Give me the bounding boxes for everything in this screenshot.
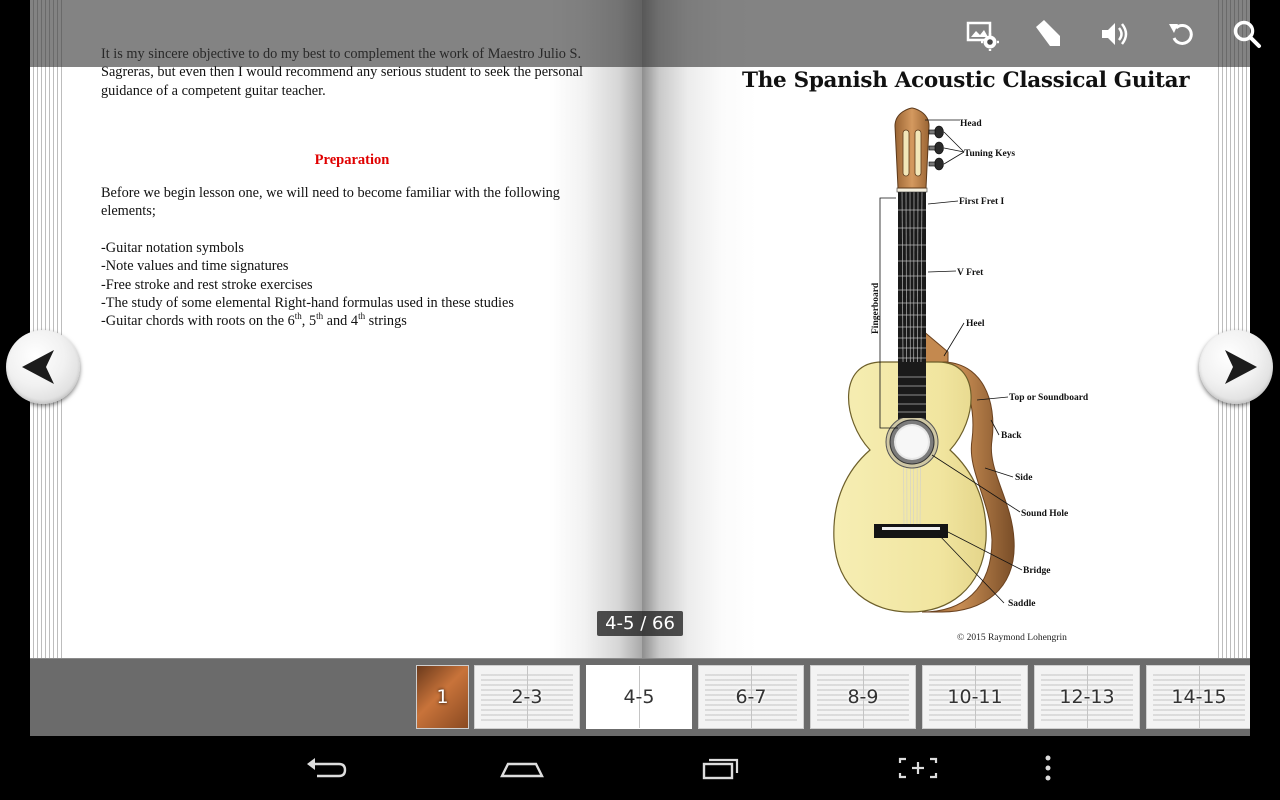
- list-item: -Guitar notation symbols: [101, 240, 244, 256]
- guitar-diagram: Head Tuning Keys First Fret I V Fret Fin…: [833, 107, 1089, 613]
- saddle-shape: [882, 527, 940, 530]
- recent-apps-icon[interactable]: [690, 748, 750, 788]
- thumbnail-label: 1: [436, 686, 449, 708]
- label-bridge: Bridge: [1023, 566, 1050, 576]
- label-top: Top or Soundboard: [1009, 393, 1089, 403]
- label-first-fret: First Fret I: [959, 197, 1004, 207]
- list-item-chords: -Guitar chords with roots on the 6th, 5t…: [101, 312, 621, 330]
- chevron-right-icon: [1225, 350, 1257, 384]
- thumbnail-page-4-5[interactable]: 4-5: [586, 665, 692, 729]
- thumbnail-page-12-13[interactable]: 12-13: [1034, 665, 1140, 729]
- left-page[interactable]: It is my sincere objective to do my best…: [64, 0, 642, 658]
- thumbnail-page-6-7[interactable]: 6-7: [698, 665, 804, 729]
- label-fingerboard: Fingerboard: [871, 282, 881, 334]
- next-page-button[interactable]: [1199, 330, 1273, 404]
- volume-icon[interactable]: [1097, 16, 1133, 52]
- thumbnail-label: 8-9: [847, 686, 879, 708]
- label-v-fret: V Fret: [957, 268, 984, 278]
- preparation-heading: Preparation: [314, 152, 390, 168]
- label-sound-hole: Sound Hole: [1021, 509, 1068, 519]
- page-indicator: 4-5 / 66: [597, 611, 683, 636]
- chords-prefix: -Guitar chords with roots on the 6: [101, 313, 295, 330]
- right-page-edges: [1214, 0, 1250, 658]
- label-saddle: Saddle: [1008, 599, 1035, 609]
- back-icon[interactable]: [295, 748, 355, 788]
- list-item: -The study of some elemental Right-hand …: [101, 294, 514, 311]
- chevron-left-icon: [22, 350, 54, 384]
- chords-mid: and 4: [323, 313, 359, 330]
- sup-th: th: [294, 311, 302, 322]
- search-icon[interactable]: [1229, 16, 1265, 52]
- chords-mid: , 5: [301, 313, 317, 330]
- headstock-shape: [894, 107, 930, 189]
- screenshot-icon[interactable]: [888, 748, 948, 788]
- thumbnail-label: 10-11: [947, 686, 1003, 708]
- display-settings-icon[interactable]: [964, 16, 1000, 52]
- bridge-shape: [874, 524, 948, 538]
- bookmark-icon[interactable]: [1030, 16, 1066, 52]
- top-toolbar: [30, 0, 1261, 67]
- elements-list: -Guitar notation symbols -Note values an…: [101, 239, 621, 330]
- list-item: -Note values and time signatures: [101, 258, 289, 275]
- left-page-edges: [30, 0, 66, 658]
- previous-page-button[interactable]: [6, 330, 80, 404]
- thumbnail-label: 4-5: [623, 686, 655, 708]
- tuning-keys-shape: [928, 125, 944, 171]
- thumbnail-label: 6-7: [735, 686, 767, 708]
- thumbnail-page-2-3[interactable]: 2-3: [474, 665, 580, 729]
- thumbnail-strip[interactable]: 1 2-3 4-5 6-7 8-9 10-11 12-13 14-15: [30, 658, 1250, 736]
- home-icon[interactable]: [492, 748, 552, 788]
- label-back: Back: [1001, 431, 1022, 441]
- book-viewer[interactable]: It is my sincere objective to do my best…: [0, 0, 1280, 736]
- label-tuning-keys: Tuning Keys: [964, 149, 1015, 159]
- thumbnail-label: 2-3: [511, 686, 543, 708]
- thumbnail-label: 12-13: [1059, 686, 1115, 708]
- thumbnail-label: 14-15: [1171, 686, 1227, 708]
- system-navigation-bar: [0, 736, 1280, 800]
- list-item: -Free stroke and rest stroke exercises: [101, 276, 313, 293]
- label-heel: Heel: [966, 319, 985, 329]
- nut-shape: [896, 187, 928, 193]
- rotate-icon[interactable]: [1164, 16, 1200, 52]
- thumbnail-page-14-15[interactable]: 14-15: [1146, 665, 1250, 729]
- copyright-text: © 2015 Raymond Lohengrin: [957, 633, 1067, 643]
- right-page[interactable]: The Spanish Acoustic Classical Guitar He…: [642, 0, 1216, 658]
- label-side: Side: [1015, 473, 1032, 483]
- label-head: Head: [960, 119, 982, 129]
- thumbnail-page-1[interactable]: 1: [416, 665, 469, 729]
- thumbnail-page-10-11[interactable]: 10-11: [922, 665, 1028, 729]
- thumbnail-page-8-9[interactable]: 8-9: [810, 665, 916, 729]
- chords-suffix: strings: [365, 313, 407, 330]
- before-paragraph: Before we begin lesson one, we will need…: [101, 185, 560, 220]
- menu-icon[interactable]: [1018, 748, 1078, 788]
